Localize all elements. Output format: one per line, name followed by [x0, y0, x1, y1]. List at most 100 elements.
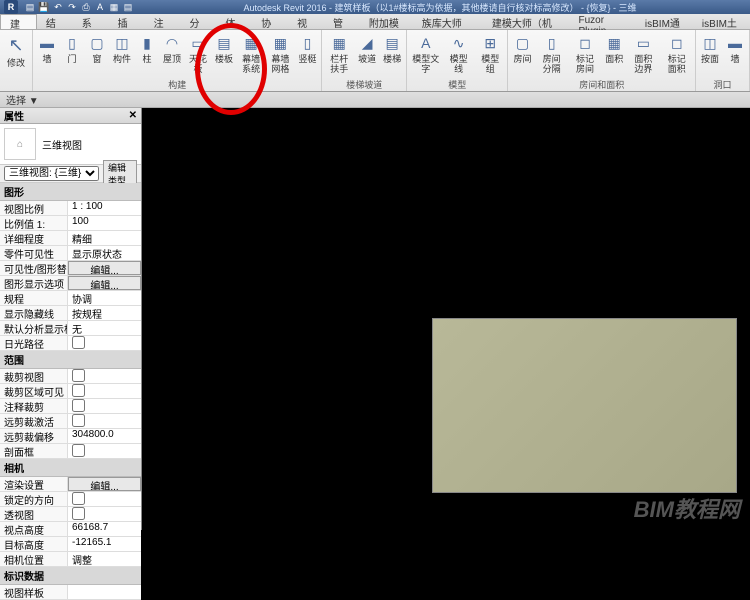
prop-key: 注释裁剪: [0, 399, 68, 413]
prop-value[interactable]: [68, 369, 141, 383]
tab-15[interactable]: isBIM土建: [693, 14, 750, 29]
qat-icon[interactable]: ▤: [122, 1, 134, 13]
prop-value[interactable]: [68, 492, 141, 506]
workspace: 属性 ✕ ⌂ 三维视图 三维视图: {三维} 编辑类型 图形视图比例1 : 10…: [0, 108, 750, 530]
tool-面积边界[interactable]: ▭面积边界: [627, 31, 659, 75]
tool-楼板[interactable]: ▤楼板: [212, 31, 236, 65]
prop-value[interactable]: -12165.1: [68, 537, 141, 551]
tool-房间分隔[interactable]: ▯房间分隔: [535, 31, 567, 75]
tool-竖梃[interactable]: ▯竖梃: [295, 31, 319, 65]
tab-10[interactable]: 附加模块: [360, 14, 413, 29]
tool-墙[interactable]: ▬墙: [35, 31, 59, 65]
prop-checkbox[interactable]: [72, 384, 85, 397]
tab-8[interactable]: 视图: [288, 14, 324, 29]
prop-edit-button[interactable]: 编辑...: [68, 261, 141, 275]
tool-icon: ▦: [271, 32, 289, 54]
tool-坡道[interactable]: ◢坡道: [355, 31, 379, 65]
qat-icon[interactable]: ▦: [108, 1, 120, 13]
viewport-3d[interactable]: BIM教程网: [142, 108, 750, 530]
tab-9[interactable]: 管理: [324, 14, 360, 29]
prop-key: 零件可见性: [0, 246, 68, 260]
print-icon[interactable]: ⎙: [80, 1, 92, 13]
tool-icon: ▭: [634, 32, 652, 54]
prop-edit-button[interactable]: 编辑...: [68, 477, 141, 491]
prop-value[interactable]: 无: [68, 321, 141, 335]
prop-checkbox[interactable]: [72, 399, 85, 412]
qat-icon[interactable]: A: [94, 1, 106, 13]
prop-value[interactable]: 按规程: [68, 306, 141, 320]
select-dropdown[interactable]: 选择 ▼: [6, 92, 39, 107]
tool-房间[interactable]: ▢房间: [510, 31, 534, 65]
tool-墙[interactable]: ▬墙: [723, 31, 747, 65]
tool-icon: ▢: [513, 32, 531, 54]
tool-天花板[interactable]: ▭天花板: [185, 31, 211, 75]
prop-value[interactable]: 100: [68, 216, 141, 230]
floor-element[interactable]: [432, 318, 737, 493]
app-logo[interactable]: R: [4, 0, 18, 14]
prop-value[interactable]: 1 : 100: [68, 201, 141, 215]
tool-门[interactable]: ▯门: [60, 31, 84, 65]
redo-icon[interactable]: ↷: [66, 1, 78, 13]
tool-栏杆扶手[interactable]: ▦栏杆扶手: [324, 31, 354, 75]
prop-value[interactable]: 精细: [68, 231, 141, 245]
tab-2[interactable]: 系统: [73, 14, 109, 29]
prop-value[interactable]: 协调: [68, 291, 141, 305]
prop-value[interactable]: 66168.7: [68, 522, 141, 536]
prop-row: 透视图: [0, 507, 141, 522]
prop-value[interactable]: [68, 585, 141, 599]
save-icon[interactable]: 💾: [38, 1, 50, 13]
prop-checkbox[interactable]: [72, 492, 85, 505]
tool-幕墙系统[interactable]: ▦幕墙系统: [237, 31, 265, 75]
tab-1[interactable]: 结构: [37, 14, 73, 29]
prop-key: 显示隐藏线: [0, 306, 68, 320]
tool-构件[interactable]: ◫构件: [110, 31, 134, 65]
tool-模型线[interactable]: ∿模型线: [443, 31, 474, 75]
close-icon[interactable]: ✕: [129, 110, 137, 121]
tool-屋顶[interactable]: ◠屋顶: [160, 31, 184, 65]
prop-checkbox[interactable]: [72, 444, 85, 457]
modify-tool[interactable]: ↖ 修改: [2, 31, 30, 69]
prop-checkbox[interactable]: [72, 507, 85, 520]
prop-group-header: 图形: [0, 183, 141, 201]
prop-checkbox[interactable]: [72, 336, 85, 349]
tab-7[interactable]: 协作: [252, 14, 288, 29]
tool-柱[interactable]: ▮柱: [135, 31, 159, 65]
tab-5[interactable]: 分析: [180, 14, 216, 29]
tool-按面[interactable]: ◫按面: [698, 31, 722, 65]
tab-3[interactable]: 插入: [109, 14, 145, 29]
prop-edit-button[interactable]: 编辑...: [68, 276, 141, 290]
prop-value[interactable]: [68, 399, 141, 413]
prop-value[interactable]: [68, 336, 141, 350]
tool-模型文字[interactable]: A模型文字: [409, 31, 442, 75]
tab-13[interactable]: Fuzor Plugin: [569, 14, 635, 29]
undo-icon[interactable]: ↶: [52, 1, 64, 13]
tab-14[interactable]: isBIM通用: [636, 14, 693, 29]
tool-窗[interactable]: ▢窗: [85, 31, 109, 65]
tool-幕墙网格[interactable]: ▦幕墙网格: [266, 31, 294, 75]
prop-value[interactable]: [68, 507, 141, 521]
open-icon[interactable]: ▤: [24, 1, 36, 13]
tab-4[interactable]: 注释: [145, 14, 181, 29]
tool-icon: ◫: [701, 32, 719, 54]
tool-标记面积[interactable]: ◻标记面积: [661, 31, 693, 75]
tool-面积[interactable]: ▦面积: [602, 31, 626, 65]
prop-value[interactable]: 304800.0: [68, 429, 141, 443]
prop-value[interactable]: [68, 414, 141, 428]
tab-12[interactable]: 建模大师（机电）: [483, 14, 570, 29]
instance-selector[interactable]: 三维视图: {三维}: [4, 166, 99, 181]
tool-icon: ▢: [88, 32, 106, 54]
tab-11[interactable]: 族库大师V2.3: [413, 14, 483, 29]
prop-checkbox[interactable]: [72, 414, 85, 427]
prop-row: 相机位置调整: [0, 552, 141, 567]
tool-模型组[interactable]: ⊞模型组: [475, 31, 506, 75]
prop-value[interactable]: 调整: [68, 552, 141, 566]
prop-value[interactable]: [68, 444, 141, 458]
prop-checkbox[interactable]: [72, 369, 85, 382]
tool-标记房间[interactable]: ◻标记房间: [569, 31, 601, 75]
tab-6[interactable]: 体量: [216, 14, 252, 29]
prop-value[interactable]: 显示原状态: [68, 246, 141, 260]
prop-value[interactable]: [68, 384, 141, 398]
tab-0[interactable]: 建筑: [0, 14, 37, 29]
tool-楼梯[interactable]: ▤楼梯: [380, 31, 404, 65]
prop-key: 裁剪视图: [0, 369, 68, 383]
